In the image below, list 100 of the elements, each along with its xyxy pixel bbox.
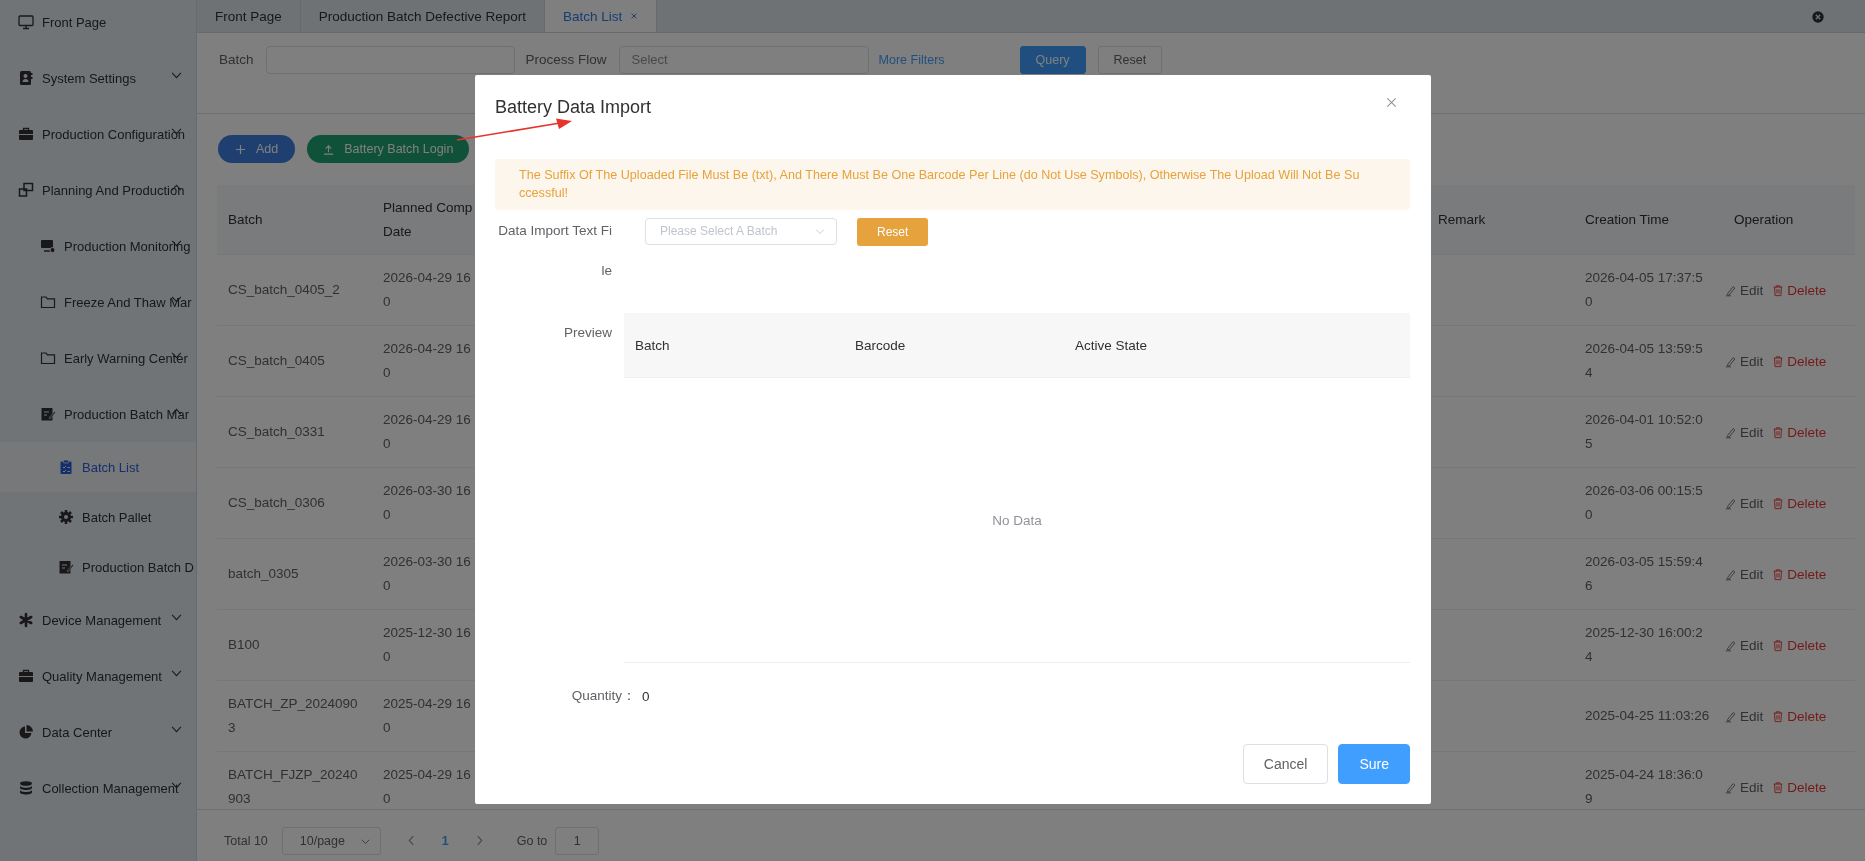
delete-button[interactable]: Delete (1772, 353, 1827, 369)
sure-button[interactable]: Sure (1338, 744, 1410, 784)
empty-message: No Data (992, 512, 1042, 528)
add-button[interactable]: Add (218, 135, 296, 163)
page-number[interactable]: 1 (441, 833, 449, 848)
table-cell-text: batch_0305 (228, 565, 299, 583)
delete-button[interactable]: Delete (1772, 708, 1827, 724)
caret-down-icon (815, 229, 825, 235)
close-icon[interactable] (1386, 97, 1397, 108)
delete-button[interactable]: Delete (1772, 566, 1827, 582)
edit-note-icon (40, 406, 56, 422)
query-button[interactable]: Query (1019, 46, 1086, 74)
close-circle-icon[interactable] (1811, 10, 1825, 24)
sidebar-item[interactable]: Front Page (0, 0, 196, 50)
monitor-gear-icon (40, 238, 56, 254)
sidebar-item[interactable]: System Settings (0, 50, 196, 106)
column-header: Barcode (855, 337, 907, 353)
go-to-label: Go to (516, 833, 548, 848)
more-filters-link[interactable]: More Filters (878, 46, 945, 74)
edit-button[interactable]: Edit (1725, 282, 1764, 298)
sidebar-item[interactable]: Collection Management (0, 760, 196, 816)
table-cell-text: 2025-12-30 16 0 (383, 624, 471, 666)
close-icon[interactable] (630, 12, 639, 20)
trash-icon (1772, 709, 1785, 723)
delete-button[interactable]: Delete (1772, 424, 1827, 440)
table-cell-text: CS_batch_0331 (228, 423, 325, 441)
sidebar-item[interactable]: Planning And Production (0, 162, 196, 218)
sidebar-item[interactable]: Production Batch Mar (0, 386, 196, 442)
table-cell-text: 2025-04-29 16 0 (383, 695, 471, 737)
field-label: Batch (219, 51, 254, 69)
table-cell-text: 2026-04-29 16 0 (383, 269, 471, 311)
total-count: Total 10 (224, 833, 268, 848)
pencil-icon (1725, 638, 1737, 652)
table-cell-text: CS_batch_0405_2 (228, 281, 340, 299)
sidebar-item[interactable]: Batch Pallet (0, 492, 196, 542)
sidebar-item[interactable]: Freeze And Thaw Mar (0, 274, 196, 330)
table-cell-text: BATCH_FJZP_20240 903 (228, 766, 358, 808)
contact-book-icon (18, 70, 34, 86)
table-cell-text: 2025-04-24 18:36:0 9 (1585, 766, 1703, 808)
gear-icon (58, 509, 74, 525)
sidebar-item[interactable]: Early Warning Center (0, 330, 196, 386)
edit-button[interactable]: Edit (1725, 566, 1764, 582)
batch-input-field[interactable] (265, 46, 515, 74)
sidebar-item[interactable]: Batch List (0, 442, 196, 492)
edit-button[interactable]: Edit (1725, 708, 1764, 724)
sidebar-item[interactable]: Production Batch D (0, 542, 196, 592)
battery-batch-login-button[interactable]: Battery Batch Login (307, 135, 470, 163)
field-label: Process Flow (525, 51, 607, 69)
column-header: Creation Time (1585, 210, 1670, 229)
table-cell-text: 2026-03-05 15:59:4 6 (1585, 553, 1703, 595)
sidebar-item[interactable]: Device Management (0, 592, 196, 648)
quantity-value: 0 (642, 688, 650, 704)
table-cell-text: CS_batch_0306 (228, 494, 325, 512)
tab[interactable]: Batch List (544, 0, 658, 32)
table-cell-text: 2025-04-29 16 0 (383, 766, 471, 808)
edit-note-icon (58, 559, 74, 575)
edit-button[interactable]: Edit (1725, 495, 1764, 511)
reset-button[interactable]: Reset (857, 218, 929, 246)
edit-button[interactable]: Edit (1725, 424, 1764, 440)
pencil-icon (1725, 354, 1737, 368)
cancel-button[interactable]: Cancel (1242, 744, 1329, 784)
batch-select[interactable]: Please Select A Batch (645, 218, 837, 245)
sidebar-item[interactable]: Quality Management (0, 648, 196, 704)
trash-icon (1772, 638, 1785, 652)
pencil-icon (1725, 780, 1737, 794)
table-cell-text: 2026-04-05 17:37:5 0 (1585, 269, 1703, 311)
sidebar-item[interactable]: Production Configuration (0, 106, 196, 162)
upload-icon (323, 143, 335, 155)
edit-button[interactable]: Edit (1725, 779, 1764, 795)
delete-button[interactable]: Delete (1772, 779, 1827, 795)
sidebar-item[interactable]: Production Monitoring (0, 218, 196, 274)
tab[interactable]: Production Batch Defective Report (300, 0, 545, 32)
table-cell-text: 2026-04-29 16 0 (383, 411, 471, 453)
edit-button[interactable]: Edit (1725, 353, 1764, 369)
process-flow-select[interactable]: Select (618, 46, 869, 74)
tab[interactable]: Front Page (197, 0, 301, 32)
trash-icon (1772, 354, 1785, 368)
pencil-icon (1725, 567, 1737, 581)
sidebar-item[interactable]: Data Center (0, 704, 196, 760)
folder-icon (40, 294, 56, 310)
delete-button[interactable]: Delete (1772, 282, 1827, 298)
previous-page-icon[interactable] (407, 835, 415, 846)
briefcase-icon (18, 668, 34, 684)
column-header: Operation (1734, 210, 1794, 229)
column-header: Active State (1075, 337, 1149, 353)
monitor-icon (18, 14, 34, 30)
page-input-field[interactable]: 1 (555, 826, 600, 855)
asterisk-icon (18, 612, 34, 628)
warning-alert: The Suffix Of The Uploaded File Must Be (txt), And There Must Be One Barcode Per Line (do Not Use Symbols), Otherwise The Upload Will Not Be Su ccessful! (495, 159, 1410, 210)
database-icon (18, 780, 34, 796)
delete-button[interactable]: Delete (1772, 637, 1827, 653)
pie-chart-icon (18, 724, 34, 740)
delete-button[interactable]: Delete (1772, 495, 1827, 511)
page-size-select[interactable]: 10/page (281, 826, 381, 855)
edit-button[interactable]: Edit (1725, 637, 1764, 653)
trash-icon (1772, 283, 1785, 297)
column-header: Batch (635, 337, 671, 353)
next-page-icon[interactable] (475, 835, 483, 846)
table-cell-text: 2026-04-05 13:59:5 4 (1585, 340, 1703, 382)
reset-button[interactable]: Reset (1097, 46, 1163, 74)
